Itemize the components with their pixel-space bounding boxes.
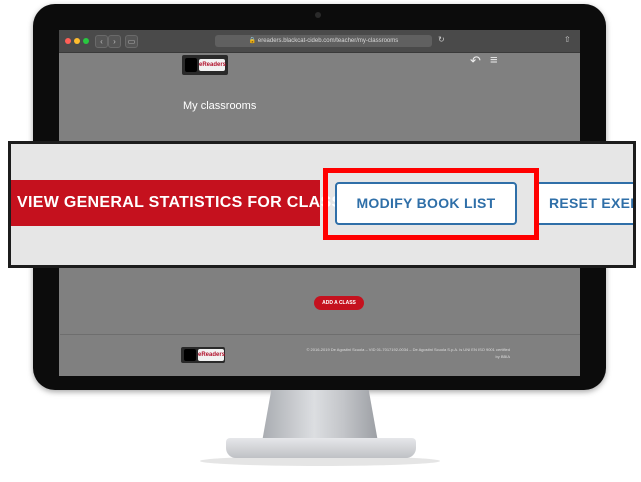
reset-exercises-button[interactable]: RESET EXERC [535, 182, 633, 225]
monitor-base [226, 438, 416, 458]
back-arrow-icon[interactable]: ↶ [470, 53, 481, 69]
browser-forward-icon[interactable]: › [108, 35, 121, 48]
share-icon[interactable]: ⇧ [564, 35, 571, 44]
copyright-text: © 2016-2019 De Agostini Scuola – VID 01-… [306, 347, 510, 352]
browser-back-icon[interactable]: ‹ [95, 35, 108, 48]
black-cat-icon [185, 58, 197, 72]
minimize-window-button[interactable] [74, 38, 80, 44]
logo-text: eReaders [199, 59, 226, 71]
address-bar[interactable]: 🔒 ereaders.blackcat-cideb.com/teacher/my… [215, 35, 432, 47]
zoom-callout: VIEW GENERAL STATISTICS FOR CLASS MODIFY… [8, 141, 636, 268]
black-cat-icon [184, 349, 196, 361]
add-class-button[interactable]: ADD A CLASS [314, 296, 364, 310]
reload-icon[interactable]: ↻ [438, 35, 445, 44]
footer-logo: eReaders [181, 347, 225, 363]
close-window-button[interactable] [65, 38, 71, 44]
credit-text[interactable]: by BBIA [276, 353, 510, 360]
camera-dot [315, 12, 321, 18]
footer-copyright: © 2016-2019 De Agostini Scuola – VID 01-… [276, 346, 510, 360]
hamburger-menu-icon[interactable]: ≡ [490, 52, 498, 67]
footer-divider [60, 334, 580, 335]
maximize-window-button[interactable] [83, 38, 89, 44]
highlight-box [323, 168, 539, 240]
page-title: My classrooms [183, 100, 257, 112]
footer-logo-text: eReaders [198, 349, 225, 361]
browser-toolbar: ‹ › ▭ 🔒 ereaders.blackcat-cideb.com/teac… [59, 30, 580, 53]
view-general-statistics-button[interactable]: VIEW GENERAL STATISTICS FOR CLASS [11, 180, 342, 226]
monitor-stand [262, 390, 378, 442]
sidebar-toggle-icon[interactable]: ▭ [125, 35, 138, 48]
site-logo[interactable]: eReaders [182, 55, 228, 75]
